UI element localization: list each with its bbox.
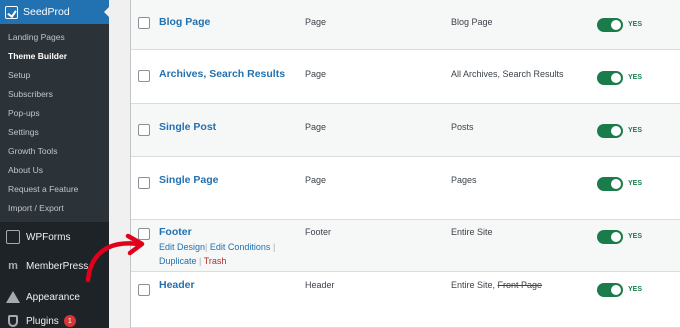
table-row: Blog Page Page Blog Page YES xyxy=(131,0,680,50)
table-row: Archives, Search Results Page All Archiv… xyxy=(131,50,680,104)
submenu-pop-ups[interactable]: Pop-ups xyxy=(0,104,109,123)
table-row: Header Header Entire Site, Front Page YE… xyxy=(131,272,680,328)
publish-status-label: YES xyxy=(628,127,643,134)
template-title-link[interactable]: Single Post xyxy=(159,121,216,133)
edit-design-link[interactable]: Edit Design xyxy=(159,242,205,252)
plugins-update-badge: 1 xyxy=(63,315,76,327)
plugins-icon xyxy=(8,315,18,327)
publish-status-label: YES xyxy=(628,74,643,81)
menu-seedprod[interactable]: SeedProd xyxy=(0,0,110,24)
row-checkbox[interactable] xyxy=(138,70,150,82)
submenu-setup[interactable]: Setup xyxy=(0,66,109,85)
template-conditions: All Archives, Search Results xyxy=(451,69,564,79)
annotation-arrow xyxy=(85,233,145,283)
row-checkbox[interactable] xyxy=(138,177,150,189)
menu-wpforms-label: WPForms xyxy=(26,231,71,243)
conditions-text: Entire Site, xyxy=(451,280,498,290)
menu-seedprod-label: SeedProd xyxy=(23,6,70,18)
appearance-icon xyxy=(6,291,20,303)
template-type: Page xyxy=(305,175,327,185)
template-type: Footer xyxy=(305,227,332,237)
template-title-link[interactable]: Single Page xyxy=(159,174,219,186)
action-separator: | xyxy=(199,256,202,266)
publish-status-label: YES xyxy=(628,21,643,28)
current-menu-arrow xyxy=(104,6,110,18)
wpforms-icon xyxy=(6,230,20,244)
menu-plugins-label: Plugins xyxy=(26,315,59,327)
publish-toggle[interactable] xyxy=(597,177,623,191)
template-title-link[interactable]: Footer xyxy=(159,226,192,238)
template-conditions: Pages xyxy=(451,175,477,185)
row-actions: Edit Design| Edit Conditions | Duplicate… xyxy=(159,240,275,268)
menu-appearance-label: Appearance xyxy=(26,291,80,303)
publish-toggle[interactable] xyxy=(597,283,623,297)
theme-templates-table: Blog Page Page Blog Page YES Archives, S… xyxy=(130,0,680,328)
table-row: Single Page Page Pages YES xyxy=(131,157,680,220)
menu-plugins[interactable]: Plugins 1 xyxy=(0,308,109,328)
table-row: Footer Footer Entire Site YES Edit Desig… xyxy=(131,220,680,272)
submenu-settings[interactable]: Settings xyxy=(0,123,109,142)
publish-status-label: YES xyxy=(628,180,643,187)
publish-toggle[interactable] xyxy=(597,71,623,85)
duplicate-link[interactable]: Duplicate xyxy=(159,256,197,266)
conditions-excluded: Front Page xyxy=(497,280,543,290)
template-title-link[interactable]: Archives, Search Results xyxy=(159,68,285,80)
row-checkbox[interactable] xyxy=(138,124,150,136)
publish-toggle[interactable] xyxy=(597,18,623,32)
submenu-import-export[interactable]: Import / Export xyxy=(0,199,109,218)
edit-conditions-link[interactable]: Edit Conditions xyxy=(210,242,271,252)
seedprod-submenu: Landing Pages Theme Builder Setup Subscr… xyxy=(0,24,109,222)
memberpress-icon: m xyxy=(8,260,18,272)
submenu-request-feature[interactable]: Request a Feature xyxy=(0,180,109,199)
submenu-landing-pages[interactable]: Landing Pages xyxy=(0,28,109,47)
template-type: Page xyxy=(305,69,327,79)
action-separator: | xyxy=(205,242,208,252)
submenu-about-us[interactable]: About Us xyxy=(0,161,109,180)
template-conditions: Blog Page xyxy=(451,17,493,27)
publish-toggle[interactable] xyxy=(597,124,623,138)
template-type: Page xyxy=(305,17,327,27)
submenu-subscribers[interactable]: Subscribers xyxy=(0,85,109,104)
trash-link[interactable]: Trash xyxy=(204,256,227,266)
template-conditions: Entire Site xyxy=(451,227,493,237)
publish-status-label: YES xyxy=(628,233,643,240)
submenu-growth-tools[interactable]: Growth Tools xyxy=(0,142,109,161)
template-title-link[interactable]: Blog Page xyxy=(159,16,210,28)
template-type: Page xyxy=(305,122,327,132)
publish-status-label: YES xyxy=(628,286,643,293)
template-type: Header xyxy=(305,280,335,290)
template-conditions: Posts xyxy=(451,122,474,132)
action-separator: | xyxy=(272,242,276,252)
template-conditions: Entire Site, Front Page xyxy=(451,280,542,290)
template-title-link[interactable]: Header xyxy=(159,279,195,291)
publish-toggle[interactable] xyxy=(597,230,623,244)
seedprod-icon xyxy=(5,5,18,19)
submenu-theme-builder[interactable]: Theme Builder xyxy=(0,47,109,66)
row-checkbox[interactable] xyxy=(138,17,150,29)
table-row: Single Post Page Posts YES xyxy=(131,104,680,157)
